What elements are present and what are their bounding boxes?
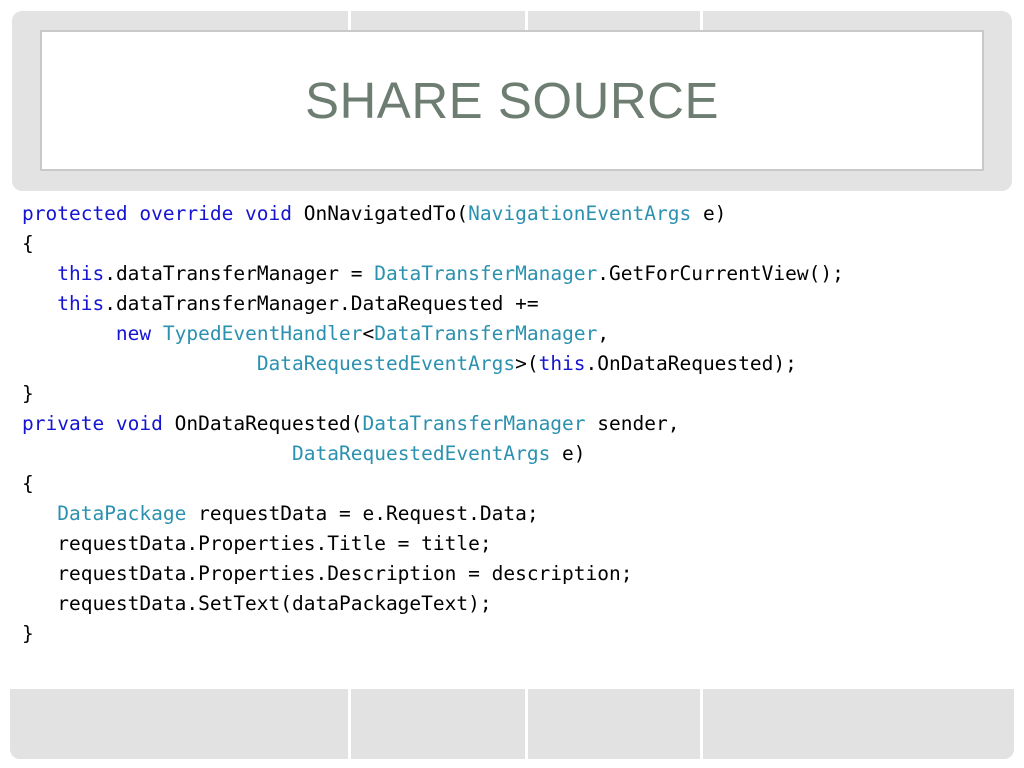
- title-banner: SHARE SOURCE: [12, 11, 1012, 191]
- code-line: requestData.Properties.Description = des…: [22, 559, 1012, 589]
- code-line: this.dataTransferManager.DataRequested +…: [22, 289, 1012, 319]
- code-block: protected override void OnNavigatedTo(Na…: [22, 199, 1012, 649]
- code-token: .dataTransferManager =: [104, 262, 375, 285]
- code-token: DataTransferManager: [374, 322, 598, 345]
- code-line: requestData.Properties.Title = title;: [22, 529, 1012, 559]
- code-line: {: [22, 229, 1012, 259]
- code-token: TypedEventHandler: [162, 322, 363, 345]
- code-token: sender,: [585, 412, 680, 435]
- footer-strip: [10, 689, 1014, 759]
- code-token: .GetForCurrentView();: [597, 262, 844, 285]
- code-token: this: [57, 262, 105, 285]
- code-token: DataTransferManager: [374, 262, 598, 285]
- code-token: DataRequestedEventArgs: [256, 352, 516, 375]
- code-token: .OnDataRequested);: [585, 352, 797, 375]
- code-line: this.dataTransferManager = DataTransferM…: [22, 259, 1012, 289]
- page-title: SHARE SOURCE: [304, 72, 720, 129]
- code-token: }: [22, 382, 34, 405]
- code-token: protected override void: [22, 202, 304, 225]
- code-token: e): [550, 442, 586, 465]
- code-line: }: [22, 619, 1012, 649]
- code-token: e): [691, 202, 727, 225]
- code-token: }: [22, 622, 34, 645]
- code-line: protected override void OnNavigatedTo(Na…: [22, 199, 1012, 229]
- code-token: <: [362, 322, 375, 345]
- code-line: requestData.SetText(dataPackageText);: [22, 589, 1012, 619]
- code-token: this: [538, 352, 586, 375]
- code-token: {: [22, 472, 34, 495]
- code-token: new: [115, 322, 152, 345]
- code-token: requestData.Properties.Title = title;: [22, 532, 492, 555]
- code-token: requestData = e.Request.Data;: [186, 502, 539, 525]
- code-token: >(: [515, 352, 539, 375]
- code-token: DataRequestedEventArgs: [292, 442, 551, 465]
- code-token: requestData.Properties.Description = des…: [22, 562, 633, 585]
- code-token: OnDataRequested(: [174, 412, 363, 435]
- footer-divider-2: [525, 689, 528, 759]
- footer-divider-3: [700, 689, 703, 759]
- code-token: .dataTransferManager.DataRequested +=: [104, 292, 539, 315]
- code-line: {: [22, 469, 1012, 499]
- code-token: this: [57, 292, 105, 315]
- code-token: ,: [597, 322, 610, 345]
- code-token: DataPackage: [57, 502, 187, 525]
- code-token: requestData.SetText(dataPackageText);: [22, 592, 492, 615]
- code-line: private void OnDataRequested(DataTransfe…: [22, 409, 1012, 439]
- code-line: DataRequestedEventArgs e): [22, 439, 1012, 469]
- code-token: DataTransferManager: [362, 412, 586, 435]
- code-token: OnNavigatedTo(: [303, 202, 469, 225]
- code-line: DataRequestedEventArgs>(this.OnDataReque…: [22, 349, 1012, 379]
- code-line: DataPackage requestData = e.Request.Data…: [22, 499, 1012, 529]
- code-token: NavigationEventArgs: [468, 202, 692, 225]
- code-line: }: [22, 379, 1012, 409]
- code-token: {: [22, 232, 34, 255]
- code-token: private void: [22, 412, 175, 435]
- code-line: new TypedEventHandler<DataTransferManage…: [22, 319, 1012, 349]
- footer-divider-1: [348, 689, 351, 759]
- title-frame: SHARE SOURCE: [40, 30, 984, 171]
